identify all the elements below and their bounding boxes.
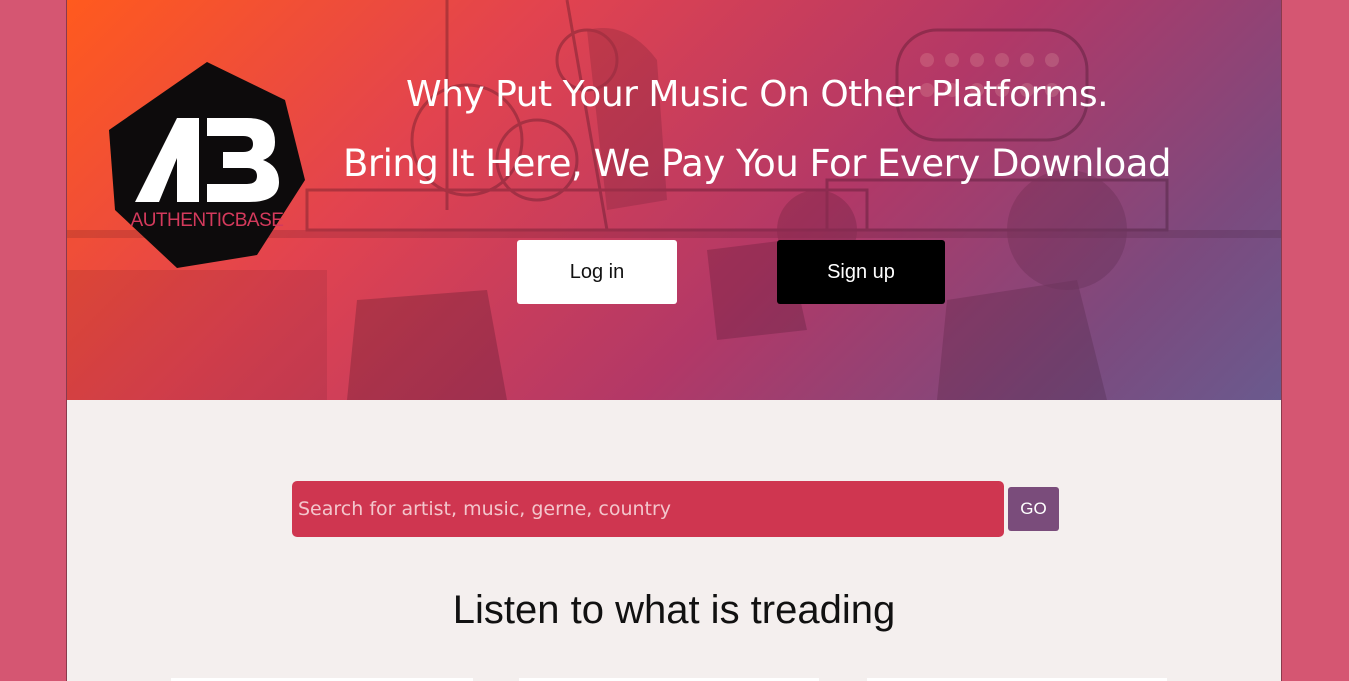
- page-container: AUTHENTICBASE Why Put Your Music On Othe…: [66, 0, 1282, 681]
- signup-button[interactable]: Sign up: [777, 240, 945, 304]
- hero-subheadline: Bring It Here, We Pay You For Every Down…: [343, 142, 1171, 185]
- search-bar: [292, 481, 1004, 537]
- hero-banner: AUTHENTICBASE Why Put Your Music On Othe…: [67, 0, 1281, 400]
- hero-headline: Why Put Your Music On Other Platforms.: [405, 74, 1109, 115]
- search-input[interactable]: [292, 481, 1004, 537]
- logo-wordmark: AUTHENTICBASE: [131, 210, 284, 231]
- authenticbase-logo-icon[interactable]: AUTHENTICBASE: [107, 60, 307, 270]
- search-go-button[interactable]: GO: [1008, 487, 1059, 531]
- login-button[interactable]: Log in: [517, 240, 677, 304]
- trending-section-title: Listen to what is treading: [452, 588, 896, 632]
